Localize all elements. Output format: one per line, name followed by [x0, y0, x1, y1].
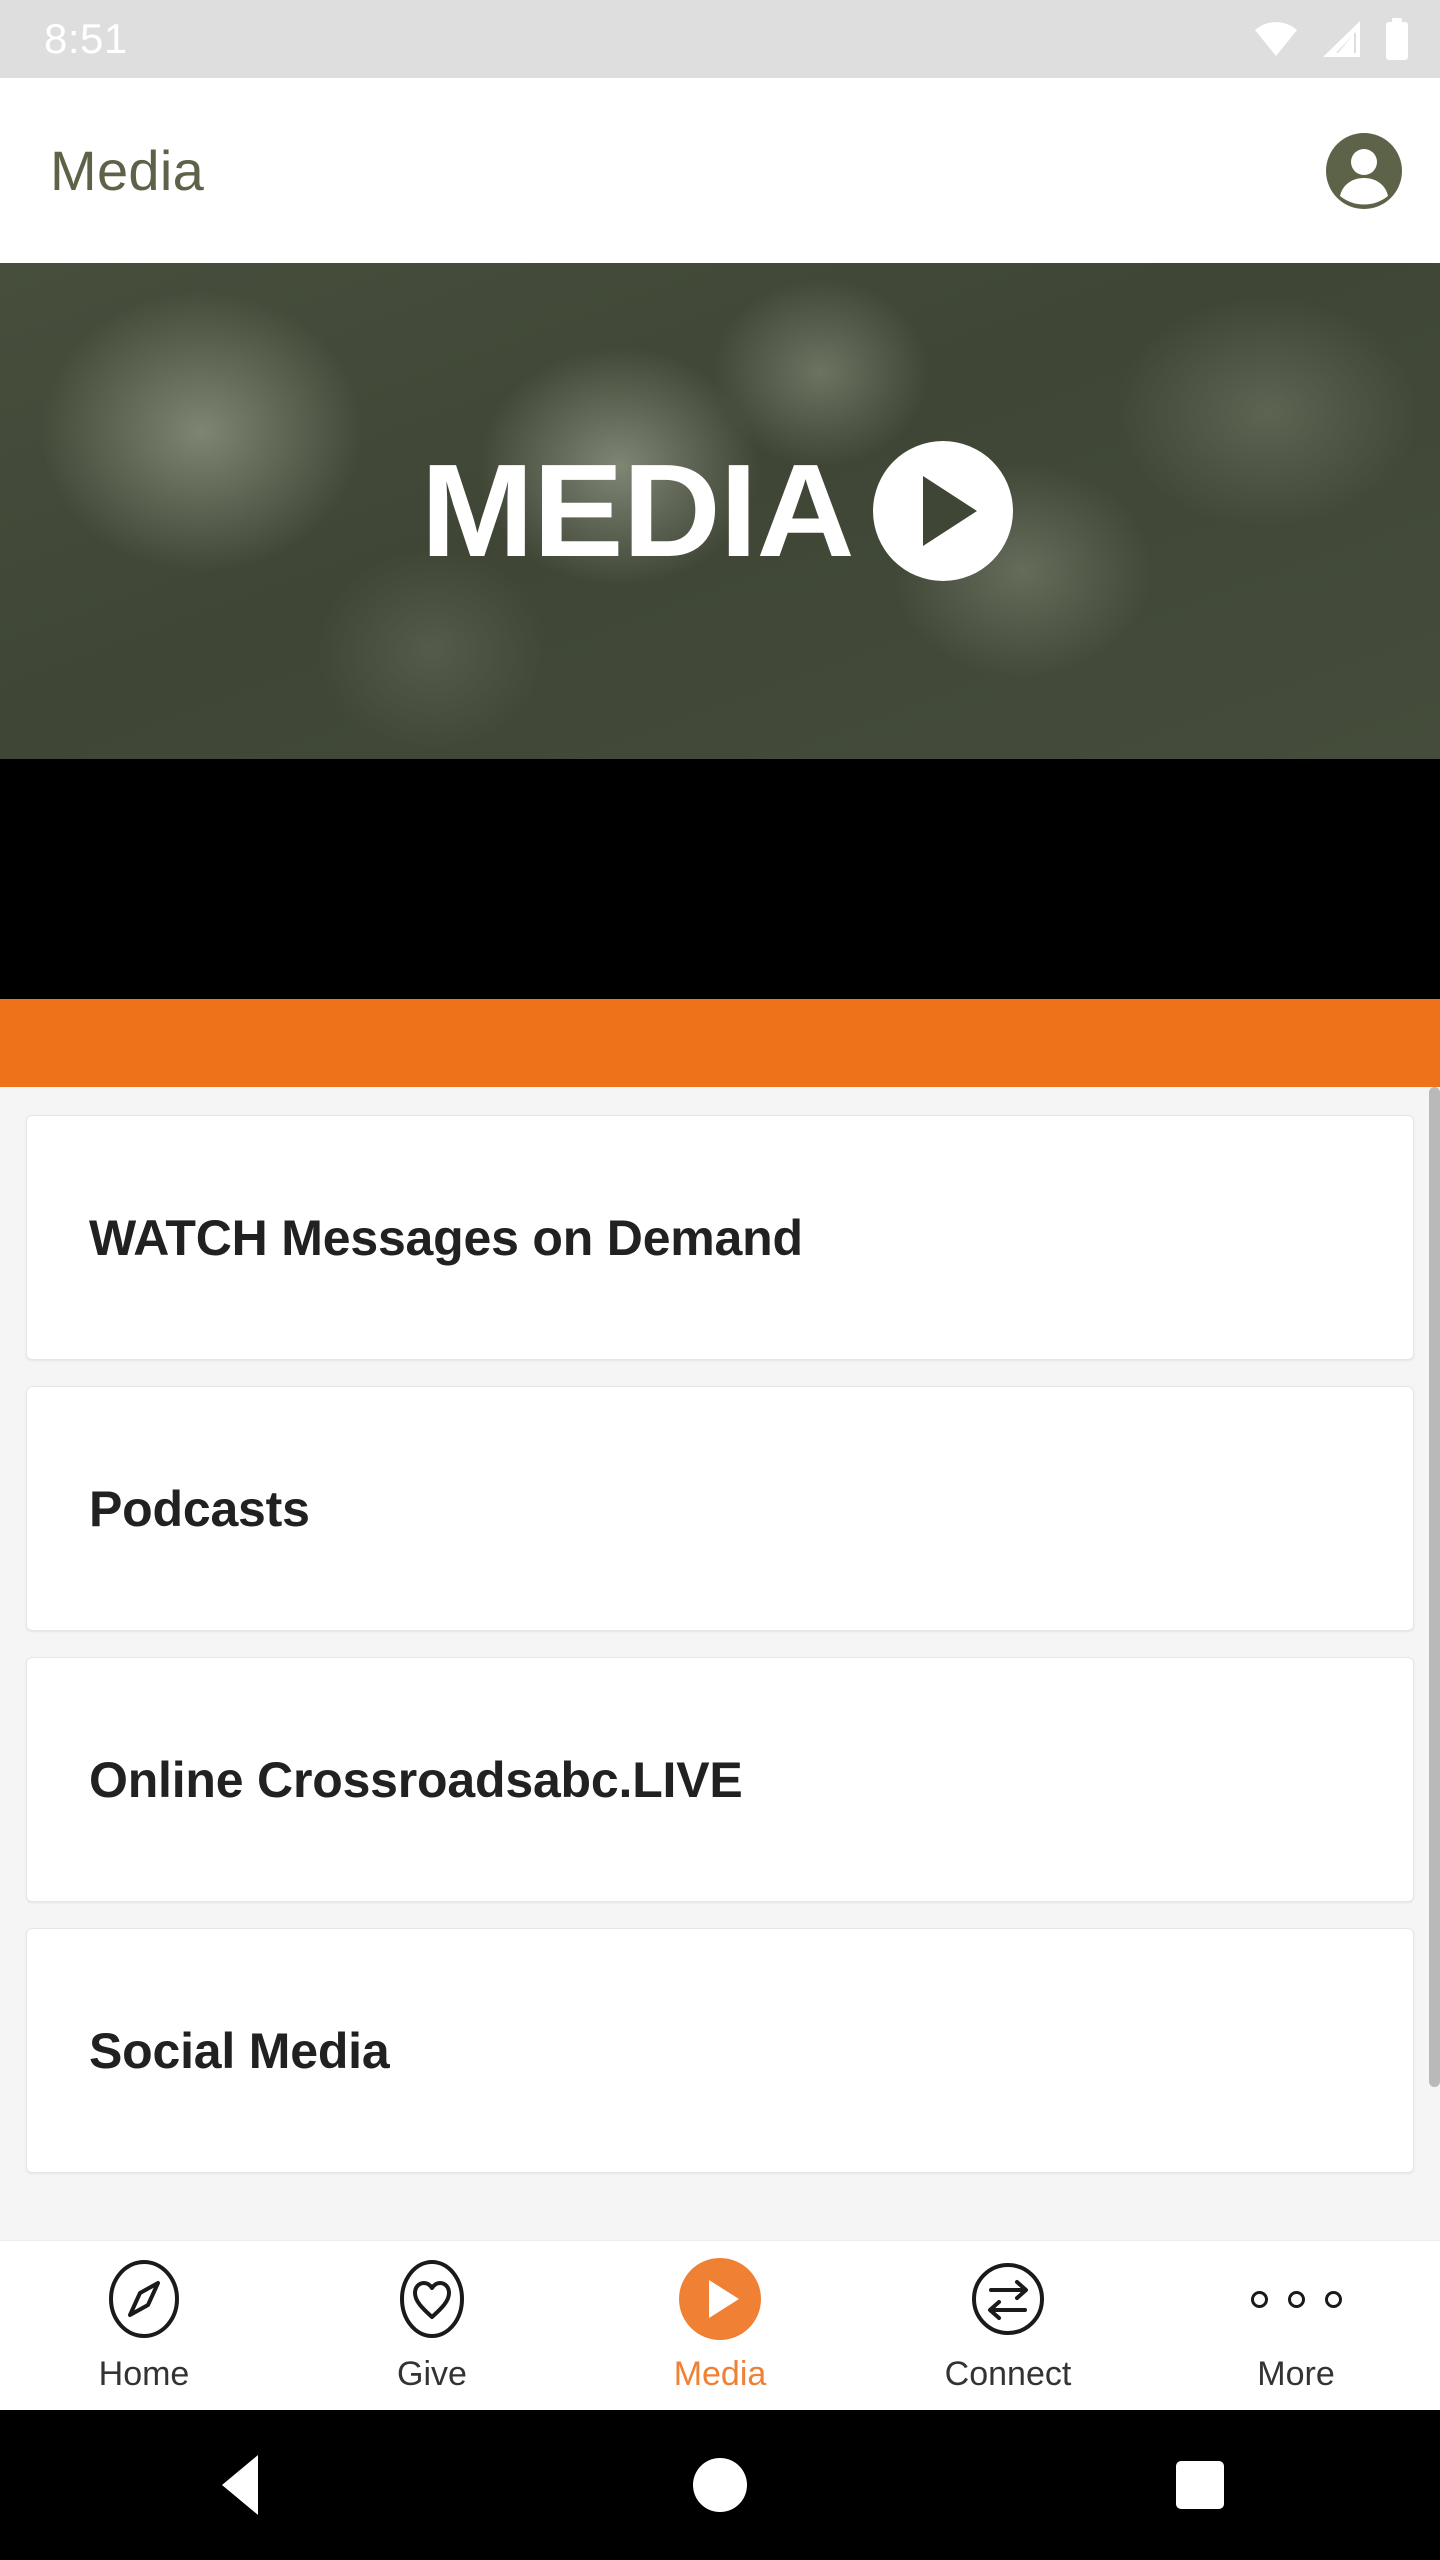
dot-icon — [1324, 2290, 1342, 2308]
list-item-title: Social Media — [89, 2022, 390, 2079]
list-item[interactable]: WATCH Messages on Demand — [26, 1115, 1414, 1360]
app-root: 8:51 Media MEDIA WATCH Messages on Deman… — [0, 0, 1440, 2560]
media-hero-banner[interactable]: MEDIA — [0, 263, 1440, 759]
account-avatar-icon[interactable] — [1326, 132, 1402, 209]
orange-accent-bar — [0, 999, 1440, 1087]
status-icons — [1254, 18, 1410, 60]
three-dots-icon — [1250, 2257, 1342, 2341]
list-item-title: Podcasts — [89, 1480, 310, 1537]
wifi-icon — [1255, 22, 1297, 56]
tab-label: Give — [397, 2355, 467, 2393]
list-item-title: Online Crossroadsabc.LIVE — [89, 1751, 743, 1808]
android-nav-bar — [0, 2410, 1440, 2560]
tab-label: Connect — [944, 2355, 1072, 2393]
play-triangle-icon — [709, 2280, 739, 2318]
home-button[interactable] — [660, 2435, 780, 2535]
play-circle-shape — [679, 2258, 761, 2340]
status-time: 8:51 — [44, 15, 128, 62]
tab-connect[interactable]: Connect — [864, 2257, 1152, 2394]
page-title: Media — [50, 139, 205, 202]
tab-label: Media — [673, 2355, 767, 2393]
play-icon[interactable] — [873, 441, 1014, 581]
tab-label: More — [1257, 2355, 1335, 2393]
back-button[interactable] — [180, 2435, 300, 2535]
tab-give[interactable]: Give — [288, 2257, 576, 2394]
media-list: WATCH Messages on Demand Podcasts Online… — [0, 1087, 1440, 2240]
hero-content: MEDIA — [0, 263, 1440, 759]
tab-label: Home — [98, 2355, 190, 2393]
app-bar: Media — [0, 78, 1440, 263]
tab-more[interactable]: More — [1152, 2257, 1440, 2394]
scrollbar[interactable] — [1429, 1087, 1440, 2240]
circle-home-icon — [693, 2458, 747, 2512]
play-circle-icon — [678, 2257, 762, 2341]
cell-signal-icon — [1323, 21, 1360, 57]
status-bar: 8:51 — [0, 0, 1440, 78]
hero-title: MEDIA — [420, 437, 855, 584]
list-item-title: WATCH Messages on Demand — [89, 1209, 803, 1266]
recents-button[interactable] — [1140, 2435, 1260, 2535]
compass-icon — [102, 2257, 186, 2341]
tab-media[interactable]: Media — [576, 2257, 864, 2394]
heart-icon — [390, 2257, 474, 2341]
dot-icon — [1250, 2290, 1268, 2308]
list-item[interactable]: Online Crossroadsabc.LIVE — [26, 1657, 1414, 1902]
scrollbar-thumb[interactable] — [1429, 1087, 1440, 2087]
three-dots-shape — [1250, 2290, 1342, 2308]
square-recents-icon — [1176, 2461, 1224, 2509]
list-item[interactable]: Podcasts — [26, 1386, 1414, 1631]
bottom-tab-bar: Home Give Media Connect More — [0, 2240, 1440, 2410]
exchange-arrows-icon — [966, 2257, 1050, 2341]
dot-icon — [1287, 2290, 1305, 2308]
list-item[interactable]: Social Media — [26, 1928, 1414, 2173]
play-triangle-icon — [923, 476, 978, 546]
triangle-back-icon — [222, 2455, 258, 2515]
avatar-silhouette-icon — [1340, 148, 1388, 205]
battery-icon — [1386, 18, 1408, 60]
tab-home[interactable]: Home — [0, 2257, 288, 2394]
black-spacer-block — [0, 759, 1440, 999]
